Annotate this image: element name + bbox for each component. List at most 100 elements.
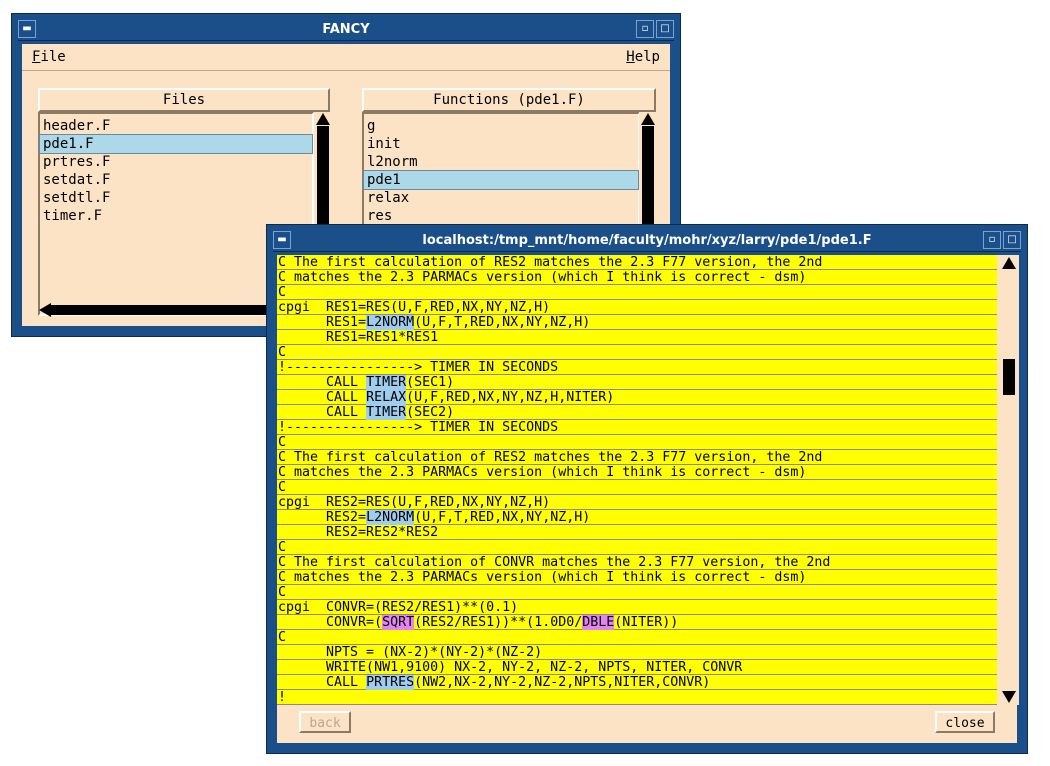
function-list-item[interactable]: l2norm <box>364 153 638 171</box>
code-text: WRITE(NW1,9100) NX-2, NY-2, NZ-2, NPTS, … <box>278 660 743 675</box>
code-line: RES1=L2NORM(U,F,T,RED,NX,NY,NZ,H) <box>277 315 997 330</box>
code-line: cpgi RES1=RES(U,F,RED,NX,NY,NZ,H) <box>277 300 997 315</box>
code-text: C matches the 2.3 PARMACs version (which… <box>278 570 807 585</box>
minimize-icon[interactable]: ▫ <box>636 20 654 38</box>
code-text: C <box>278 435 287 450</box>
code-line: C matches the 2.3 PARMACs version (which… <box>277 270 997 285</box>
code-text: (U,F,T,RED,NX,NY,NZ,H) <box>414 315 591 330</box>
code-text: ! <box>278 690 287 705</box>
code-text: C <box>278 540 287 555</box>
code-line: NPTS = (NX-2)*(NY-2)*(NZ-2) <box>277 645 997 660</box>
close-button[interactable]: close <box>935 711 995 733</box>
code-line: C <box>277 435 997 450</box>
maximize-icon[interactable]: □ <box>656 20 674 38</box>
code-line: CALL TIMER(SEC2) <box>277 405 997 420</box>
intrinsic-link[interactable]: SQRT <box>382 615 415 630</box>
file-list-item[interactable]: header.F <box>40 117 312 135</box>
code-text: C matches the 2.3 PARMACs version (which… <box>278 465 807 480</box>
fancy-title: FANCY <box>322 22 370 37</box>
code-line: RES2=RES2*RES2 <box>277 525 997 540</box>
code-text: C <box>278 285 287 300</box>
code-text: (NW2,NX-2,NY-2,NZ-2,NPTS,NITER,CONVR) <box>414 675 711 690</box>
code-text: CALL <box>278 675 367 690</box>
code-text: (U,F,T,RED,NX,NY,NZ,H) <box>414 510 591 525</box>
fancy-titlebar[interactable]: ▬ FANCY ▫ □ <box>18 20 674 41</box>
function-link[interactable]: TIMER <box>366 405 407 420</box>
code-text: (RES2/RES1))**(1.0D0/ <box>414 615 583 630</box>
menu-help[interactable]: Help <box>626 49 660 65</box>
function-list-item[interactable]: g <box>364 117 638 135</box>
code-text: C The first calculation of CONVR matches… <box>278 555 831 570</box>
function-list-item[interactable]: init <box>364 135 638 153</box>
code-text: !----------------> TIMER IN SECONDS <box>278 420 559 435</box>
scroll-up-icon <box>1002 257 1016 269</box>
code-line: cpgi CONVR=(RES2/RES1)**(0.1) <box>277 600 997 615</box>
code-text: RES2= <box>278 510 367 525</box>
back-button[interactable]: back <box>299 711 351 733</box>
code-text: CALL <box>278 390 367 405</box>
function-link[interactable]: L2NORM <box>366 510 415 525</box>
file-list-item[interactable]: setdat.F <box>40 171 312 189</box>
code-line: C <box>277 585 997 600</box>
source-code-area[interactable]: C The first calculation of RES2 matches … <box>277 255 997 705</box>
viewer-titlebar[interactable]: ▬ localhost:/tmp_mnt/home/faculty/mohr/x… <box>273 231 1021 252</box>
code-text: C The first calculation of RES2 matches … <box>278 255 823 270</box>
function-link[interactable]: TIMER <box>366 375 407 390</box>
menu-bar: File Help <box>22 44 670 71</box>
file-list-item[interactable]: prtres.F <box>40 153 312 171</box>
function-list-item[interactable]: relax <box>364 189 638 207</box>
code-text: (U,F,RED,NX,NY,NZ,H,NITER) <box>406 390 615 405</box>
code-text: C matches the 2.3 PARMACs version (which… <box>278 270 807 285</box>
files-header[interactable]: Files <box>38 88 330 112</box>
code-line: C <box>277 540 997 555</box>
code-text: NPTS = (NX-2)*(NY-2)*(NZ-2) <box>278 645 543 660</box>
function-link[interactable]: L2NORM <box>366 315 415 330</box>
window-menu-icon[interactable]: ▬ <box>18 20 36 38</box>
file-list-item[interactable]: timer.F <box>40 207 312 225</box>
code-line: RES1=RES1*RES1 <box>277 330 997 345</box>
file-list-item[interactable]: pde1.F <box>39 134 313 154</box>
code-text: cpgi RES1=RES(U,F,RED,NX,NY,NZ,H) <box>278 300 551 315</box>
code-text: !----------------> TIMER IN SECONDS <box>278 360 559 375</box>
code-line: C The first calculation of RES2 matches … <box>277 450 997 465</box>
code-text: cpgi RES2=RES(U,F,RED,NX,NY,NZ,H) <box>278 495 551 510</box>
code-line: WRITE(NW1,9100) NX-2, NY-2, NZ-2, NPTS, … <box>277 660 997 675</box>
help-menu-rest: elp <box>634 49 660 65</box>
code-line: C <box>277 285 997 300</box>
help-mnemonic: H <box>626 49 635 65</box>
maximize-icon[interactable]: □ <box>1003 231 1021 249</box>
code-line: C The first calculation of CONVR matches… <box>277 555 997 570</box>
code-text: C <box>278 345 287 360</box>
code-vscroll[interactable] <box>999 255 1019 705</box>
code-text: C <box>278 630 287 645</box>
function-list-item[interactable]: pde1 <box>363 170 639 190</box>
menu-file[interactable]: File <box>32 49 66 65</box>
code-line: C <box>277 630 997 645</box>
code-line: CALL PRTRES(NW2,NX-2,NY-2,NZ-2,NPTS,NITE… <box>277 675 997 690</box>
code-line: CALL TIMER(SEC1) <box>277 375 997 390</box>
code-text: RES1=RES1*RES1 <box>278 330 439 345</box>
viewer-panel: C The first calculation of RES2 matches … <box>277 255 1019 743</box>
code-scrollbar-icons[interactable] <box>999 255 1019 705</box>
code-line: C <box>277 345 997 360</box>
functions-header[interactable]: Functions (pde1.F) <box>362 88 656 112</box>
intrinsic-link[interactable]: DBLE <box>582 615 615 630</box>
code-line: C The first calculation of RES2 matches … <box>277 255 997 270</box>
code-text: (SEC2) <box>406 405 455 420</box>
code-text: CONVR=( <box>278 615 383 630</box>
function-link[interactable]: RELAX <box>366 390 407 405</box>
function-list-item[interactable]: res <box>364 207 638 225</box>
scroll-thumb <box>1003 359 1015 395</box>
minimize-icon[interactable]: ▫ <box>983 231 1001 249</box>
source-viewer-window: ▬ localhost:/tmp_mnt/home/faculty/mohr/x… <box>266 224 1028 754</box>
function-link[interactable]: PRTRES <box>366 675 415 690</box>
scroll-down-icon <box>1002 691 1016 703</box>
code-text: (NITER)) <box>614 615 679 630</box>
code-text: RES2=RES2*RES2 <box>278 525 439 540</box>
code-text: CALL <box>278 375 367 390</box>
window-menu-icon[interactable]: ▬ <box>273 231 291 249</box>
file-list-item[interactable]: setdtl.F <box>40 189 312 207</box>
code-text: C The first calculation of RES2 matches … <box>278 450 823 465</box>
code-line: RES2=L2NORM(U,F,T,RED,NX,NY,NZ,H) <box>277 510 997 525</box>
code-text: RES1= <box>278 315 367 330</box>
